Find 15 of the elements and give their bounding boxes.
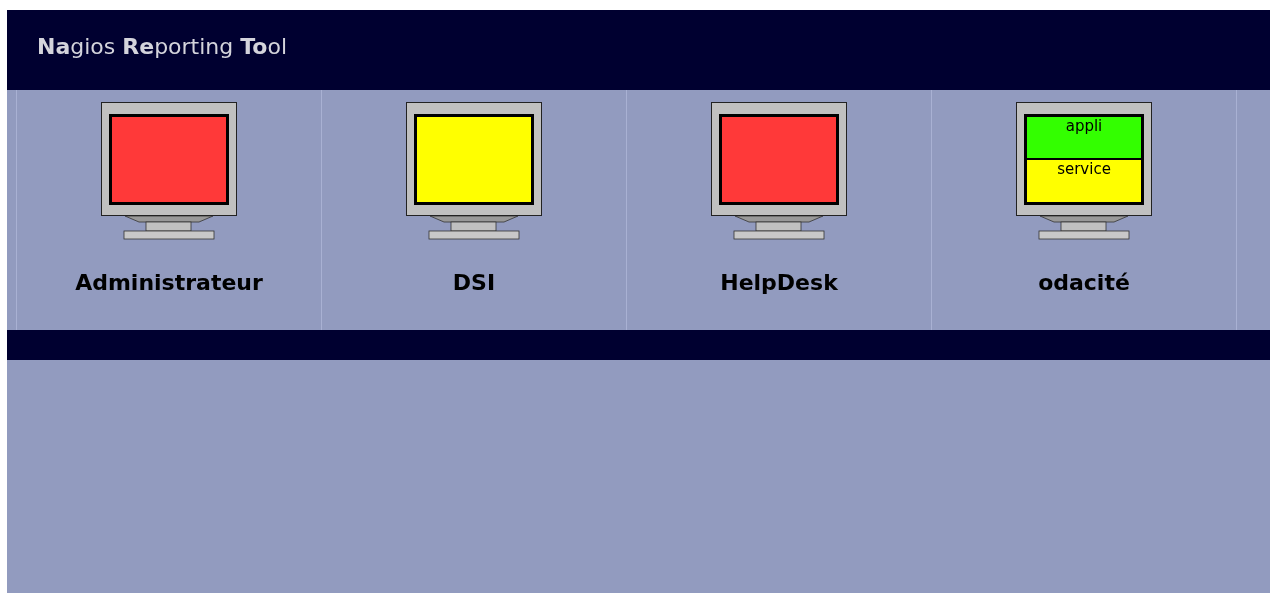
status-panel: service <box>1027 158 1141 202</box>
group-label: odacité <box>1038 269 1130 297</box>
group-tile[interactable]: appli service odacité <box>931 90 1236 330</box>
monitor-stand-icon <box>733 216 825 240</box>
app-title: Nagios Reporting Tool <box>37 32 288 61</box>
group-label: Administrateur <box>75 269 263 297</box>
monitor-stand-icon <box>1038 216 1130 240</box>
group-tile[interactable]: HelpDesk <box>626 90 931 330</box>
status-panel: appli <box>1027 116 1141 158</box>
group-label: HelpDesk <box>720 269 838 297</box>
monitor-stand-icon <box>428 216 520 240</box>
group-tile[interactable]: Administrateur <box>16 90 321 330</box>
monitor-stand-icon <box>123 216 215 240</box>
group-label: DSI <box>452 269 496 297</box>
group-tile[interactable]: DSI <box>321 90 626 330</box>
